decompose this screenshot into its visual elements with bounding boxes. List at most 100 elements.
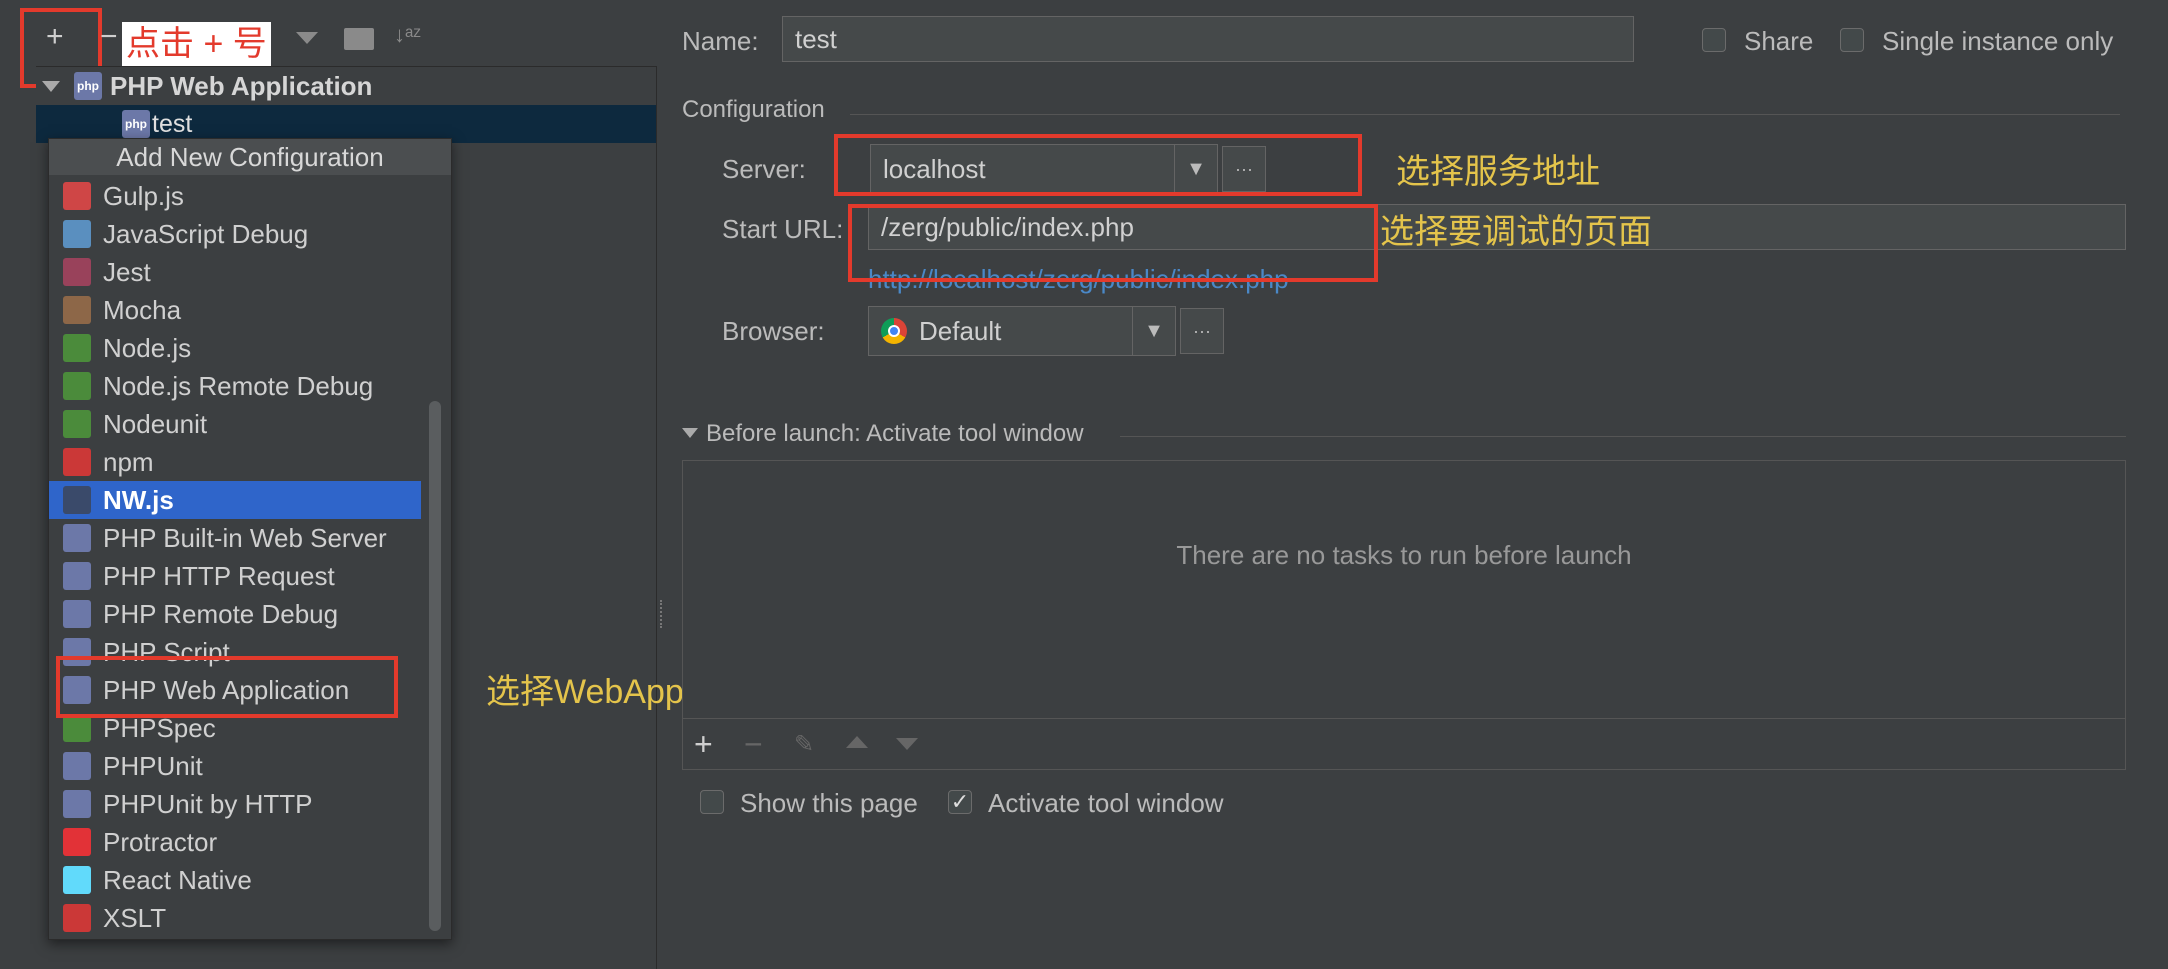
popup-item[interactable]: Nodeunit — [49, 405, 421, 443]
configuration-header: Configuration — [682, 96, 825, 123]
popup-item[interactable]: PHP Built-in Web Server — [49, 519, 421, 557]
popup-item-label: PHP Remote Debug — [103, 598, 339, 629]
popup-item[interactable]: Protractor — [49, 823, 421, 861]
popup-item-label: PHP HTTP Request — [103, 560, 335, 591]
splitter-handle[interactable] — [660, 600, 666, 628]
before-launch-separator — [1120, 436, 2126, 437]
jest-icon — [63, 258, 91, 286]
show-page-checkbox[interactable] — [700, 790, 724, 814]
mocha-icon — [63, 296, 91, 324]
php-http-icon — [63, 562, 91, 590]
popup-item-label: PHPUnit — [103, 750, 203, 781]
share-label: Share — [1744, 26, 1814, 56]
popup-item[interactable]: PHPUnit by HTTP — [49, 785, 421, 823]
before-launch-toggle-icon[interactable] — [682, 428, 698, 438]
popup-item-label: Mocha — [103, 294, 182, 325]
popup-item[interactable]: npm — [49, 443, 421, 481]
remove-task-button[interactable]: − — [744, 726, 763, 763]
popup-item[interactable]: PHP HTTP Request — [49, 557, 421, 595]
tree-item-label: PHP Web Application — [110, 70, 373, 101]
phpunit-icon — [63, 752, 91, 780]
activate-tool-window-label: Activate tool window — [988, 788, 1224, 818]
php-server-icon — [63, 524, 91, 552]
folder-icon[interactable] — [344, 28, 374, 50]
sort-icon[interactable]: ↓ᵃᶻ — [394, 22, 421, 48]
popup-item-label: npm — [103, 446, 154, 477]
popup-item-label: React Native — [103, 864, 252, 895]
expand-arrow-icon[interactable] — [42, 80, 60, 92]
popup-item[interactable]: PHP Remote Debug — [49, 595, 421, 633]
activate-tool-window-checkbox[interactable]: ✓ — [948, 790, 972, 814]
popup-item-label: Jest — [103, 256, 151, 287]
add-configuration-popup: Add New Configuration Gulp.js JavaScript … — [48, 138, 452, 940]
popup-title: Add New Configuration — [49, 139, 451, 175]
browser-label: Browser: — [722, 316, 825, 346]
popup-item[interactable]: NW.js — [49, 481, 421, 519]
no-tasks-message: There are no tasks to run before launch — [1176, 540, 1632, 570]
edit-icon[interactable]: ✎ — [794, 730, 814, 759]
popup-item[interactable]: React Native — [49, 861, 421, 899]
popup-item-label: Nodeunit — [103, 408, 208, 439]
php-webapp-icon: php — [74, 72, 102, 100]
chrome-icon — [881, 318, 907, 344]
popup-item-label: PHP Built-in Web Server — [103, 522, 387, 553]
share-checkbox[interactable] — [1702, 28, 1726, 52]
popup-item[interactable]: Node.js Remote Debug — [49, 367, 421, 405]
phpspec-icon — [63, 714, 91, 742]
popup-scrollbar[interactable] — [429, 401, 441, 931]
server-label: Server: — [722, 154, 806, 184]
popup-item[interactable]: JavaScript Debug — [49, 215, 421, 253]
popup-item[interactable]: XSLT — [49, 899, 421, 937]
xslt-icon — [63, 904, 91, 932]
react-icon — [63, 866, 91, 894]
phpunit-http-icon — [63, 790, 91, 818]
start-url-label: Start URL: — [722, 214, 844, 244]
name-input[interactable]: test — [782, 16, 1634, 62]
popup-item-label: JavaScript Debug — [103, 218, 309, 249]
chevron-down-icon[interactable] — [296, 32, 318, 44]
show-page-label: Show this page — [740, 788, 918, 818]
url-annotation: 选择要调试的页面 — [1380, 213, 1652, 251]
nodejs-icon — [63, 334, 91, 362]
popup-item-label: PHPUnit by HTTP — [103, 788, 313, 819]
popup-item[interactable]: Mocha — [49, 291, 421, 329]
js-debug-icon — [63, 220, 91, 248]
nodejs-remote-icon — [63, 372, 91, 400]
browser-value: Default — [919, 315, 1002, 346]
popup-item[interactable]: PHPUnit — [49, 747, 421, 785]
server-annotation: 选择服务地址 — [1396, 153, 1600, 191]
popup-item[interactable]: Jest — [49, 253, 421, 291]
name-label: Name: — [682, 26, 759, 56]
nodeunit-icon — [63, 410, 91, 438]
remove-button[interactable]: − — [100, 20, 118, 54]
php-remote-icon — [63, 600, 91, 628]
tree-item-php-web-application[interactable]: php PHP Web Application — [40, 68, 372, 104]
gulp-icon — [63, 182, 91, 210]
popup-item[interactable]: Node.js — [49, 329, 421, 367]
popup-item-label: Node.js — [103, 332, 192, 363]
php-webapp-icon: php — [122, 110, 150, 138]
url-highlight — [848, 204, 1378, 282]
tree-item-label: test — [152, 110, 193, 138]
browser-dropdown[interactable]: Default — [868, 306, 1136, 356]
browser-more-button[interactable]: ··· — [1180, 308, 1224, 354]
server-highlight — [834, 134, 1362, 196]
move-down-icon[interactable] — [896, 738, 918, 750]
popup-item-label: Protractor — [103, 826, 218, 857]
add-annotation: 点击 + 号 — [122, 22, 271, 66]
popup-item-label: NW.js — [103, 484, 174, 515]
php-webapp-highlight — [56, 656, 398, 718]
move-up-icon[interactable] — [846, 736, 868, 748]
browser-dropdown-arrow[interactable]: ▼ — [1132, 306, 1176, 356]
popup-item-label: Node.js Remote Debug — [103, 370, 374, 401]
popup-item-label: Gulp.js — [103, 180, 184, 211]
nwjs-icon — [63, 486, 91, 514]
single-instance-checkbox[interactable] — [1840, 28, 1864, 52]
npm-icon — [63, 448, 91, 476]
before-launch-header: Before launch: Activate tool window — [706, 420, 1084, 447]
popup-item[interactable]: Gulp.js — [49, 177, 421, 215]
single-instance-label: Single instance only — [1882, 26, 2114, 56]
configuration-separator — [850, 114, 2120, 115]
add-task-button[interactable]: + — [694, 726, 713, 763]
protractor-icon — [63, 828, 91, 856]
